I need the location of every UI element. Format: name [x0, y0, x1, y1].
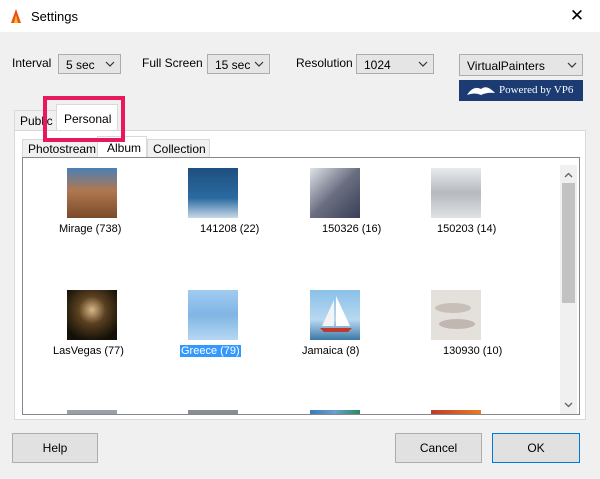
- album-caption: 141208 (22): [200, 223, 260, 235]
- interval-select[interactable]: 5 sec: [58, 54, 121, 74]
- fullscreen-label: Full Screen: [142, 56, 203, 70]
- album-caption: Jamaica (8): [302, 345, 360, 357]
- app-flame-icon: [11, 9, 21, 23]
- album-thumbnail: [310, 290, 360, 340]
- album-thumbnail: [67, 168, 117, 218]
- album-thumbnail-partial[interactable]: [188, 410, 238, 414]
- banner-text: Powered by VP6: [499, 84, 574, 96]
- brand-value: VirtualPainters: [467, 59, 545, 73]
- scrollbar-thumb[interactable]: [562, 183, 575, 303]
- tab-collection-label: Collection: [153, 142, 206, 156]
- resolution-value: 1024: [364, 58, 391, 72]
- tab-collection[interactable]: Collection: [147, 139, 210, 158]
- album-grid: Mirage (738) 141208 (22) 150326 (16) 150…: [22, 157, 580, 415]
- vp-logo-icon: [467, 87, 495, 95]
- close-icon: ✕: [569, 6, 585, 25]
- album-thumbnail: [188, 290, 238, 340]
- chevron-down-icon: [418, 61, 428, 67]
- album-caption: 130930 (10): [443, 345, 503, 357]
- cancel-button[interactable]: Cancel: [395, 433, 482, 463]
- album-caption: Mirage (738): [59, 223, 122, 235]
- tab-photostream-label: Photostream: [28, 142, 97, 156]
- album-thumbnail: [188, 168, 238, 218]
- album-caption-selected: Greece (79): [180, 345, 241, 357]
- album-thumbnail: [310, 168, 360, 218]
- help-button[interactable]: Help: [12, 433, 98, 463]
- album-caption: 150203 (14): [437, 223, 497, 235]
- resolution-label: Resolution: [296, 56, 353, 70]
- chevron-down-icon: [567, 62, 577, 68]
- tab-album-label: Album: [107, 141, 142, 155]
- scroll-up-icon[interactable]: [564, 171, 573, 180]
- vertical-scrollbar[interactable]: [560, 165, 577, 414]
- resolution-select[interactable]: 1024: [356, 54, 434, 74]
- fullscreen-select[interactable]: 15 sec: [207, 54, 270, 74]
- fish-icon: [435, 303, 475, 329]
- fullscreen-value: 15 sec: [215, 58, 251, 72]
- close-button[interactable]: ✕: [554, 0, 600, 32]
- window-title: Settings: [31, 9, 78, 24]
- title-bar: Settings ✕: [0, 0, 600, 32]
- chevron-down-icon: [105, 61, 115, 67]
- scroll-down-icon[interactable]: [564, 400, 573, 409]
- powered-by-banner[interactable]: Powered by VP6: [459, 80, 583, 101]
- interval-value: 5 sec: [66, 58, 95, 72]
- brand-select[interactable]: VirtualPainters: [459, 54, 583, 76]
- album-caption: LasVegas (77): [53, 345, 124, 357]
- album-thumbnail-partial[interactable]: [67, 410, 117, 414]
- ok-button[interactable]: OK: [492, 433, 580, 463]
- album-thumbnail: [431, 168, 481, 218]
- sailboat-icon: [320, 296, 352, 332]
- interval-label: Interval: [12, 56, 52, 70]
- annotation-highlight-box: [43, 96, 125, 142]
- album-thumbnail: [67, 290, 117, 340]
- album-thumbnail-partial[interactable]: [431, 410, 481, 414]
- album-caption: 150326 (16): [322, 223, 382, 235]
- album-thumbnail: [431, 290, 481, 340]
- album-thumbnail-partial[interactable]: [310, 410, 360, 414]
- chevron-down-icon: [254, 61, 264, 67]
